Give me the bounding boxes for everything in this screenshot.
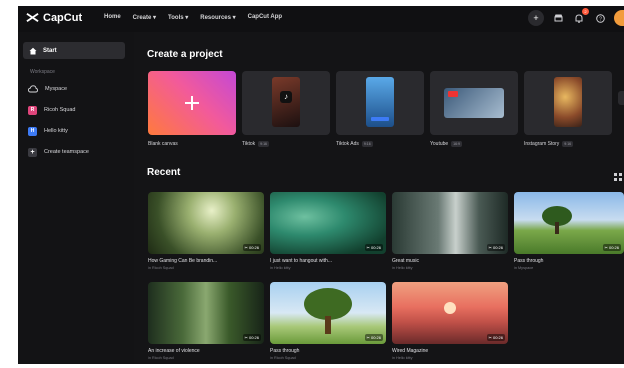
recent-title-text[interactable]: Great music [392,258,419,264]
nav-resources[interactable]: Resources ▾ [200,14,235,21]
recent-thumbnail[interactable]: ✂ 00:26 [514,192,624,254]
workspace-avatar-r: R [28,105,37,115]
top-bar: CapCut Home Create ▾ Tools ▾ Resources ▾… [18,6,624,32]
recent-workspace: in Ricoh Squad [270,356,296,360]
recent-workspace: in Hello kitty [392,356,413,360]
capcut-app-window: CapCut Home Create ▾ Tools ▾ Resources ▾… [18,6,624,364]
capcut-logo[interactable]: CapCut [26,11,82,24]
duration-badge: ✂ 00:26 [364,334,383,341]
nav-capcut-app[interactable]: CapCut App [248,14,282,21]
recent-title-text[interactable]: I just want to hangout with... [270,258,332,264]
cloud-icon [28,85,38,93]
sidebar-item-create-teamspace[interactable]: + Create teamspace [28,145,89,159]
recent-workspace: in Ricoh Squad [148,356,174,360]
recent-thumbnail[interactable]: ✂ 00:26 [148,282,264,344]
sidebar-item-hello-kitty[interactable]: H Hello kitty [28,124,68,138]
project-label: Youtube 16:9 [430,141,462,147]
sidebar-item-ricoh-squad[interactable]: R Ricoh Squad [28,103,76,117]
ratio-tag: 16:9 [451,141,462,147]
duration-badge: ✂ 00:26 [486,244,505,251]
project-label: Instagram Story 9:16 [524,141,574,147]
sidebar-item-myspace[interactable]: Myspace [28,82,67,96]
sidebar: Start Workspace Myspace R Ricoh Squad H … [18,32,134,364]
nav-tools[interactable]: Tools ▾ [168,14,188,21]
recent-thumbnail[interactable]: ✂ 00:26 [148,192,264,254]
bell-icon[interactable]: 2 [572,8,589,25]
svg-text:?: ? [599,16,602,22]
project-name: Tiktok Ads [336,141,359,147]
plus-icon [185,96,199,110]
recent-title-text[interactable]: How Gaming Can Be brandin... [148,258,217,264]
grid-view-icon[interactable] [614,173,622,183]
sidebar-item-start[interactable]: Start [23,42,125,59]
recent-title-text[interactable]: Pass through [514,258,543,264]
duration-badge: ✂ 00:26 [242,244,261,251]
recent-workspace: in Hello kitty [270,266,291,270]
project-name: Youtube [430,141,449,147]
sidebar-item-label: Myspace [45,86,68,92]
project-label: Tiktok Ads 9:16 [336,141,373,147]
store-icon[interactable] [551,11,565,25]
main-nav: Home Create ▾ Tools ▾ Resources ▾ CapCut… [104,14,282,21]
youtube-preview [444,88,504,118]
sidebar-item-label: Start [43,47,57,54]
ratio-tag: 9:16 [361,141,373,147]
instagram-story-preview [554,77,582,127]
sidebar-item-label: Hello kitty [44,128,68,134]
recent-thumbnail[interactable]: ✂ 00:26 [392,282,508,344]
project-label: Blank canvas [148,141,178,147]
recent-title: Recent [147,167,181,178]
recent-thumbnail[interactable]: ✂ 00:26 [270,192,386,254]
nav-home[interactable]: Home [104,14,121,21]
main-content: Create a project Blank canvas ♪ Tiktok 9:… [134,32,624,364]
recent-workspace: in Ricoh Squad [148,266,174,270]
project-name: Tiktok [242,141,256,147]
tiktok-icon: ♪ [280,91,292,103]
nav-create[interactable]: Create ▾ [133,14,156,21]
recent-title-text[interactable]: Pass through [270,348,299,354]
sidebar-item-label: Create teamspace [44,149,89,155]
recent-workspace: in Hello kitty [392,266,413,270]
tiktok-preview: ♪ [272,77,300,127]
top-actions: + 2 ? [528,8,624,26]
workspace-avatar-h: H [28,126,37,136]
youtube-template-card[interactable] [430,71,518,135]
workspace-heading: Workspace [30,69,55,75]
tiktok-ads-template-card[interactable] [336,71,424,135]
project-label: Tiktok 9:16 [242,141,269,147]
plus-icon: + [28,147,37,157]
ratio-tag: 9:16 [562,141,574,147]
blank-canvas-card[interactable] [148,71,236,135]
project-name: Instagram Story [524,141,560,147]
notification-badge: 2 [582,8,589,15]
duration-badge: ✂ 00:26 [364,244,383,251]
avatar[interactable] [614,10,624,26]
instagram-story-template-card[interactable] [524,71,612,135]
duration-badge: ✂ 00:26 [486,334,505,341]
scroll-right-handle[interactable] [618,91,624,105]
tiktok-template-card[interactable]: ♪ [242,71,330,135]
recent-title-text[interactable]: Wired Magazine [392,348,428,354]
brand-name: CapCut [43,11,83,24]
youtube-icon [448,91,458,97]
duration-badge: ✂ 00:26 [242,334,261,341]
capcut-logo-icon [26,13,39,22]
help-icon[interactable]: ? [593,11,607,25]
sidebar-item-label: Ricoh Squad [44,107,76,113]
duration-badge: ✂ 00:26 [602,244,621,251]
recent-title-text[interactable]: An increase of violence [148,348,200,354]
plus-icon[interactable]: + [528,10,544,26]
recent-thumbnail[interactable]: ✂ 00:26 [392,192,508,254]
home-icon [29,47,37,54]
tiktok-ads-preview [366,77,394,127]
recent-thumbnail[interactable]: ✂ 00:26 [270,282,386,344]
recent-workspace: in Myspace [514,266,534,270]
create-project-title: Create a project [147,49,223,60]
ratio-tag: 9:16 [258,141,269,147]
project-name: Blank canvas [148,141,178,147]
